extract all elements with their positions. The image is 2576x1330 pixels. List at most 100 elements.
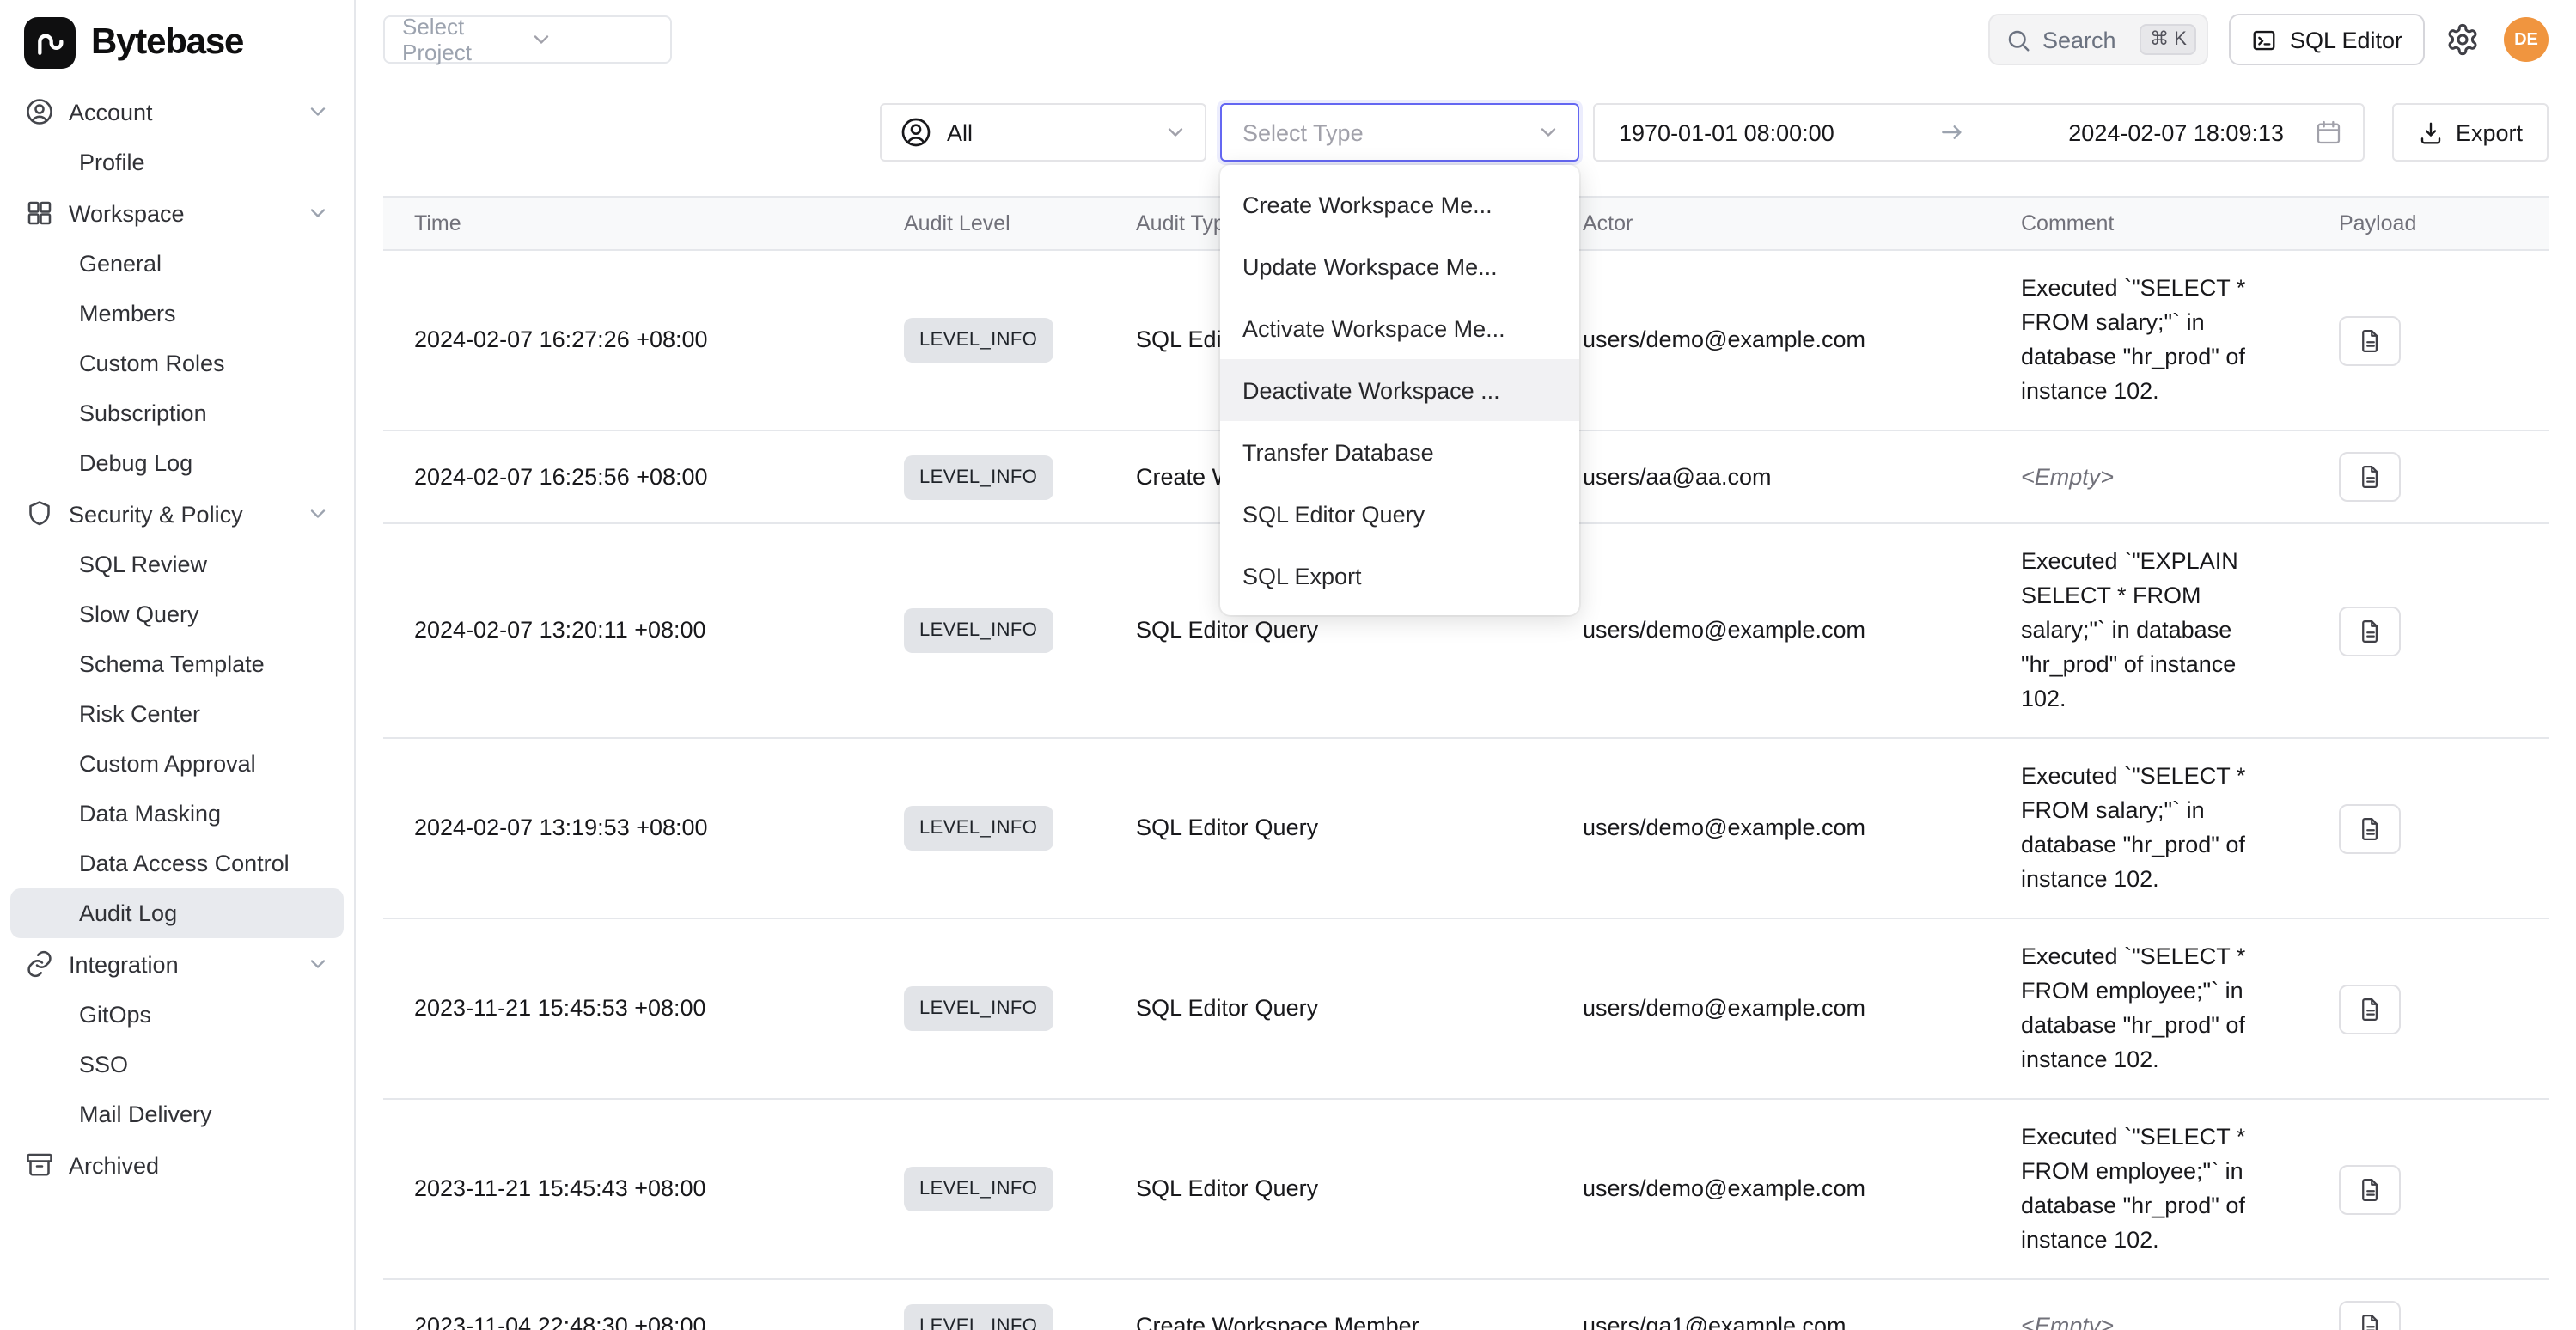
- type-filter-select[interactable]: Select Type: [1220, 103, 1579, 162]
- payload-view-button[interactable]: [2339, 606, 2401, 656]
- sidebar-item-risk-center[interactable]: Risk Center: [10, 689, 344, 739]
- search-input[interactable]: Search ⌘ K: [1989, 14, 2209, 65]
- type-dropdown-menu: Create Workspace Me...Update Workspace M…: [1220, 165, 1579, 615]
- cell-time: 2024-02-07 13:20:11 +08:00: [383, 523, 873, 738]
- sidebar-item-sql-review[interactable]: SQL Review: [10, 540, 344, 589]
- type-filter-placeholder: Select Type: [1242, 119, 1536, 145]
- sidebar-item-schema-template[interactable]: Schema Template: [10, 639, 344, 689]
- type-dropdown-option[interactable]: Deactivate Workspace ...: [1220, 359, 1579, 421]
- table-row: 2023-11-21 15:45:53 +08:00 LEVEL_INFO SQ…: [383, 918, 2549, 1099]
- cell-comment-text: <Empty>: [2021, 460, 2282, 494]
- payload-view-button[interactable]: [2339, 452, 2401, 502]
- sidebar-item-slow-query[interactable]: Slow Query: [10, 589, 344, 639]
- payload-view-button[interactable]: [2339, 803, 2401, 853]
- cell-time: 2024-02-07 16:27:26 +08:00: [383, 250, 873, 430]
- type-dropdown-option[interactable]: Transfer Database: [1220, 421, 1579, 483]
- cell-comment-text: Executed `"SELECT * FROM salary;"` in da…: [2021, 271, 2282, 409]
- type-dropdown-option[interactable]: SQL Editor Query: [1220, 483, 1579, 545]
- sidebar-item-custom-approval[interactable]: Custom Approval: [10, 739, 344, 789]
- sidebar-item-general[interactable]: General: [10, 239, 344, 289]
- level-badge: LEVEL_INFO: [904, 806, 1053, 851]
- cell-actor: users/qa1@example.com: [1552, 1279, 1990, 1330]
- project-select-placeholder: Select Project: [402, 14, 529, 65]
- settings-gear-icon[interactable]: [2445, 21, 2483, 58]
- cell-type: Create Workspace Member: [1105, 1279, 1552, 1330]
- cell-comment-text: Executed `"SELECT * FROM employee;"` in …: [2021, 940, 2282, 1077]
- type-dropdown-option[interactable]: Create Workspace Me...: [1220, 174, 1579, 235]
- sidebar-item-label: Integration: [69, 951, 292, 977]
- sidebar-item-debug-log[interactable]: Debug Log: [10, 438, 344, 488]
- cell-type: SQL Editor Query: [1105, 1099, 1552, 1279]
- sidebar-item-account[interactable]: Account: [10, 86, 344, 137]
- grid-icon: [24, 198, 55, 229]
- chevron-down-icon: [1536, 120, 1560, 144]
- sidebar-item-integration[interactable]: Integration: [10, 938, 344, 990]
- sidebar-item-audit-log[interactable]: Audit Log: [10, 888, 344, 938]
- terminal-icon: [2252, 27, 2278, 52]
- col-header-time: Time: [383, 197, 873, 250]
- cell-actor: users/demo@example.com: [1552, 1099, 1990, 1279]
- cell-type: SQL Editor Query: [1105, 738, 1552, 918]
- level-badge: LEVEL_INFO: [904, 1167, 1053, 1211]
- sidebar-item-data-access-control[interactable]: Data Access Control: [10, 839, 344, 888]
- cell-actor: users/demo@example.com: [1552, 250, 1990, 430]
- sidebar-item-members[interactable]: Members: [10, 289, 344, 339]
- payload-view-button[interactable]: [2339, 315, 2401, 365]
- cell-time: 2023-11-21 15:45:53 +08:00: [383, 918, 873, 1099]
- sql-editor-button[interactable]: SQL Editor: [2230, 14, 2425, 65]
- shield-icon: [24, 498, 55, 529]
- cell-comment-text: Executed `"SELECT * FROM employee;"` in …: [2021, 1120, 2282, 1258]
- col-header-audit-level: Audit Level: [873, 197, 1105, 250]
- file-document-icon: [2357, 1313, 2383, 1330]
- user-circle-icon: [899, 115, 933, 149]
- sidebar: Bytebase Account Profile Workspace: [0, 0, 356, 1330]
- sidebar-item-mail-delivery[interactable]: Mail Delivery: [10, 1089, 344, 1139]
- search-icon: [2006, 27, 2032, 52]
- sidebar-item-sso[interactable]: SSO: [10, 1040, 344, 1089]
- filter-row: All Select Type Create Workspace Me...Up…: [383, 103, 2549, 162]
- cell-type: SQL Editor Query: [1105, 918, 1552, 1099]
- sidebar-item-label: Workspace: [69, 200, 292, 226]
- brand-name: Bytebase: [91, 22, 243, 64]
- sidebar-item-workspace[interactable]: Workspace: [10, 187, 344, 239]
- sidebar-nav: Account Profile Workspace General Member…: [0, 82, 354, 1194]
- topbar-right: Search ⌘ K SQL Editor DE: [1989, 14, 2549, 65]
- sidebar-item-gitops[interactable]: GitOps: [10, 990, 344, 1040]
- type-dropdown-option[interactable]: Activate Workspace Me...: [1220, 297, 1579, 359]
- level-badge: LEVEL_INFO: [904, 608, 1053, 653]
- payload-view-button[interactable]: [2339, 1164, 2401, 1214]
- brand-logo[interactable]: Bytebase: [0, 0, 354, 82]
- sidebar-item-data-masking[interactable]: Data Masking: [10, 789, 344, 839]
- type-dropdown-option[interactable]: Update Workspace Me...: [1220, 235, 1579, 297]
- cell-actor: users/demo@example.com: [1552, 738, 1990, 918]
- level-badge: LEVEL_INFO: [904, 986, 1053, 1031]
- sidebar-item-profile[interactable]: Profile: [10, 137, 344, 187]
- project-select[interactable]: Select Project: [383, 15, 672, 64]
- sidebar-item-archived[interactable]: Archived: [10, 1139, 344, 1191]
- user-filter-value: All: [947, 119, 1150, 145]
- download-icon: [2418, 119, 2444, 145]
- sidebar-item-security-policy[interactable]: Security & Policy: [10, 488, 344, 540]
- sidebar-item-subscription[interactable]: Subscription: [10, 388, 344, 438]
- col-header-payload: Payload: [2308, 197, 2549, 250]
- file-document-icon: [2357, 618, 2383, 644]
- table-row: 2023-11-21 15:45:43 +08:00 LEVEL_INFO SQ…: [383, 1099, 2549, 1279]
- user-avatar[interactable]: DE: [2504, 17, 2549, 62]
- payload-view-button[interactable]: [2339, 1301, 2401, 1330]
- date-from: 1970-01-01 08:00:00: [1619, 119, 1834, 145]
- col-header-comment: Comment: [1990, 197, 2308, 250]
- user-circle-icon: [24, 96, 55, 127]
- user-filter-select[interactable]: All: [880, 103, 1206, 162]
- type-dropdown-option[interactable]: SQL Export: [1220, 545, 1579, 607]
- payload-view-button[interactable]: [2339, 984, 2401, 1034]
- cell-time: 2023-11-04 22:48:30 +08:00: [383, 1279, 873, 1330]
- chevron-down-icon: [306, 952, 330, 976]
- export-button[interactable]: Export: [2392, 103, 2549, 162]
- main-content: Select Project Search ⌘ K SQL: [356, 0, 2576, 1330]
- sidebar-item-label: Security & Policy: [69, 501, 292, 527]
- type-filter-wrap: Select Type Create Workspace Me...Update…: [1220, 103, 1579, 162]
- date-range-picker[interactable]: 1970-01-01 08:00:00 2024-02-07 18:09:13: [1593, 103, 2365, 162]
- topbar: Select Project Search ⌘ K SQL: [356, 0, 2576, 65]
- col-header-actor: Actor: [1552, 197, 1990, 250]
- sidebar-item-custom-roles[interactable]: Custom Roles: [10, 339, 344, 388]
